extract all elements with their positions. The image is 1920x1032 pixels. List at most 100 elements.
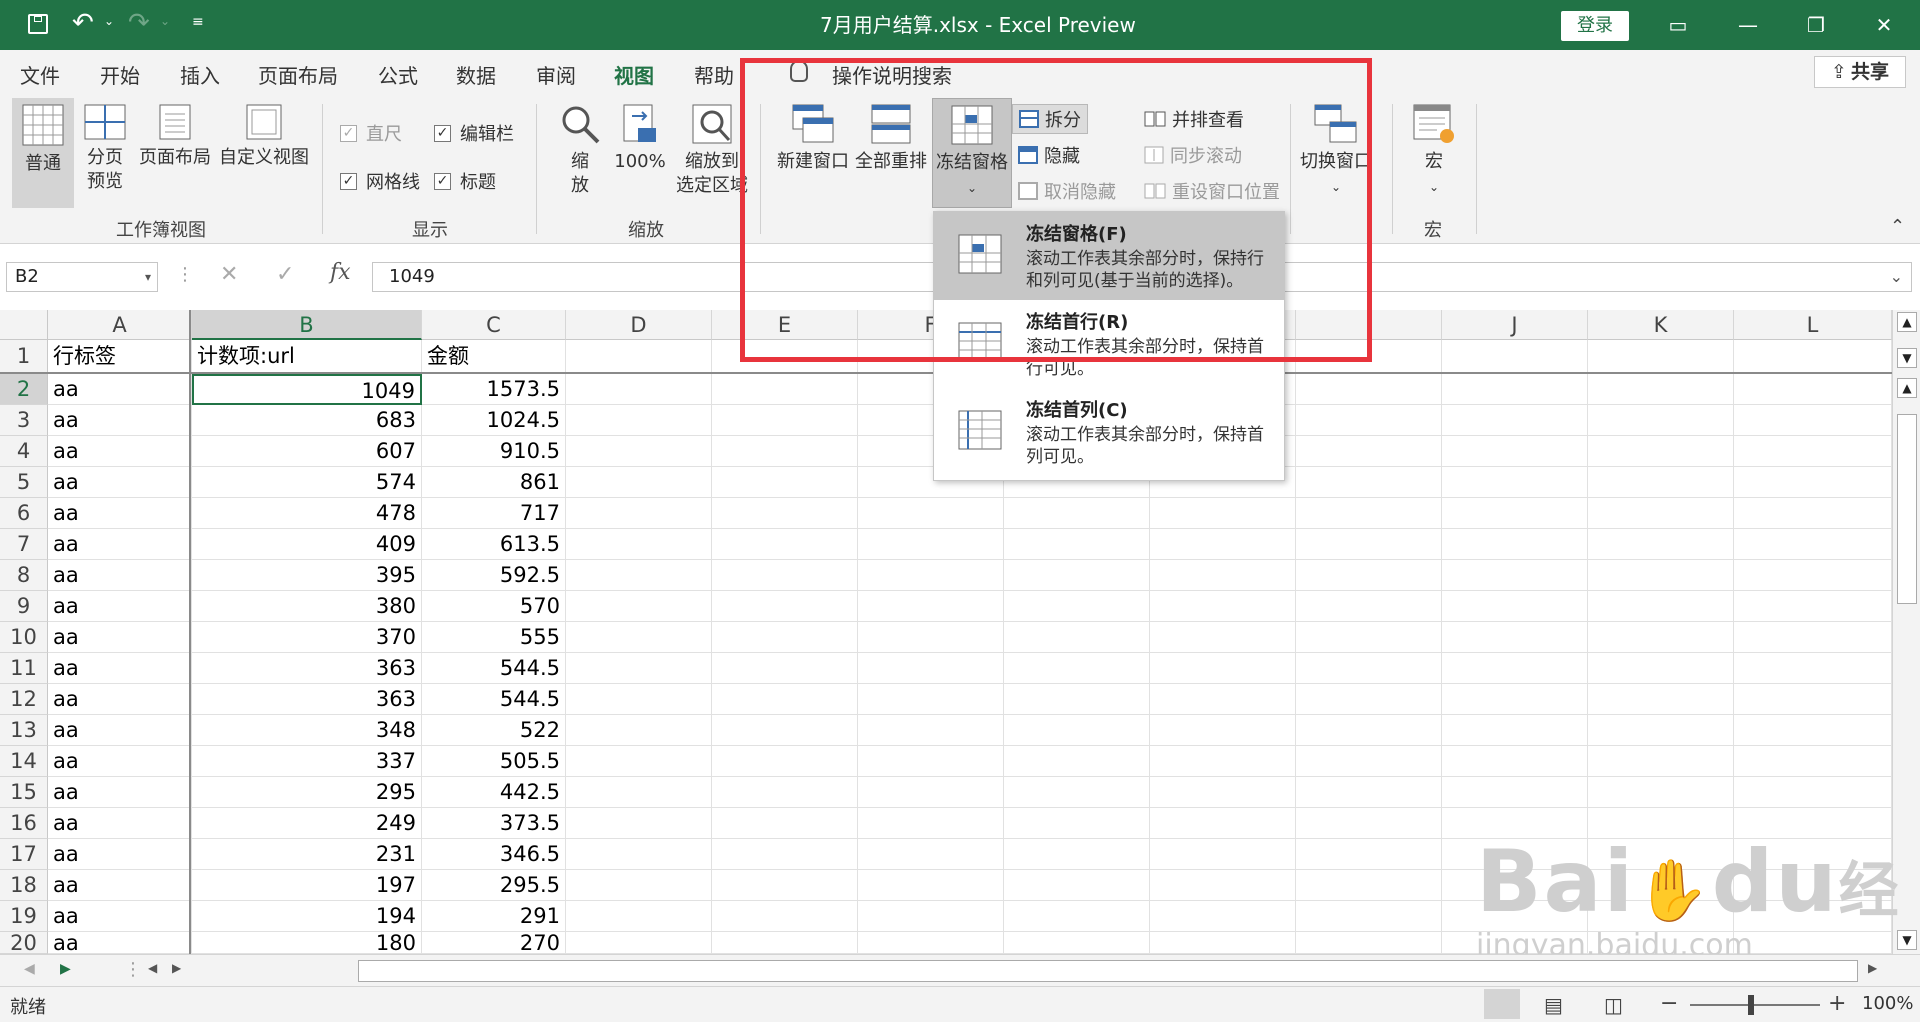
table-cell[interactable]: aa [48,932,192,954]
table-cell[interactable] [712,932,858,954]
table-header-cell[interactable] [1734,340,1892,373]
table-cell[interactable] [1296,498,1442,529]
table-cell[interactable] [858,560,1004,591]
table-cell[interactable] [712,529,858,560]
table-cell[interactable] [566,746,712,777]
table-cell[interactable]: 363 [192,653,422,684]
table-cell[interactable]: 478 [192,498,422,529]
table-cell[interactable]: aa [48,529,192,560]
table-cell[interactable] [1150,684,1296,715]
table-cell[interactable]: 295 [192,777,422,808]
table-cell[interactable] [858,498,1004,529]
table-cell[interactable] [1150,715,1296,746]
table-cell[interactable]: 544.5 [422,653,566,684]
table-cell[interactable] [566,839,712,870]
table-cell[interactable] [1588,467,1734,498]
table-cell[interactable] [1442,684,1588,715]
table-cell[interactable] [1588,591,1734,622]
table-header-cell[interactable]: 行标签 [48,340,192,373]
login-button[interactable]: 登录 [1561,11,1629,41]
table-cell[interactable]: 683 [192,405,422,436]
table-cell[interactable] [1734,374,1892,405]
table-cell[interactable]: aa [48,684,192,715]
page-break-view-icon[interactable]: ◫ [1604,993,1623,1017]
table-cell[interactable] [858,529,1004,560]
table-cell[interactable] [1442,746,1588,777]
table-cell[interactable]: 270 [422,932,566,954]
table-cell[interactable] [1004,591,1150,622]
table-cell[interactable] [566,405,712,436]
row-header[interactable]: 15 [0,777,48,808]
table-header-cell[interactable]: 金额 [422,340,566,373]
zoom-slider[interactable] [1690,1004,1820,1006]
table-cell[interactable]: 295.5 [422,870,566,901]
table-cell[interactable]: 574 [192,467,422,498]
table-cell[interactable] [1004,715,1150,746]
table-cell[interactable] [712,777,858,808]
table-cell[interactable]: 544.5 [422,684,566,715]
table-cell[interactable]: 231 [192,839,422,870]
normal-view-button[interactable]: 普通 [12,98,74,208]
table-cell[interactable] [566,901,712,932]
table-cell[interactable] [1004,746,1150,777]
tab-home[interactable]: 开始 [100,60,140,89]
table-cell[interactable]: aa [48,498,192,529]
table-cell[interactable] [566,374,712,405]
table-cell[interactable] [712,870,858,901]
restore-icon[interactable]: ❐ [1796,10,1836,40]
table-cell[interactable] [1296,932,1442,954]
next-sheet-icon[interactable]: ▶ [60,961,71,977]
zoom-in-icon[interactable]: + [1828,991,1846,1016]
row-header[interactable]: 18 [0,870,48,901]
table-cell[interactable] [858,591,1004,622]
table-cell[interactable] [1734,684,1892,715]
page-layout-view-button[interactable]: 页面布局 [138,104,212,170]
scroll-up-icon[interactable]: ▲ [1897,378,1917,398]
table-cell[interactable] [1004,777,1150,808]
column-header-d[interactable]: D [566,310,712,340]
table-cell[interactable] [1734,777,1892,808]
table-cell[interactable] [1734,653,1892,684]
table-cell[interactable] [712,498,858,529]
zoom-out-icon[interactable]: − [1660,991,1678,1016]
table-header-cell[interactable]: 计数项:url [192,340,422,373]
table-cell[interactable] [858,653,1004,684]
table-cell[interactable] [1150,901,1296,932]
table-cell[interactable] [1588,498,1734,529]
minimize-icon[interactable]: — [1728,10,1768,40]
table-cell[interactable] [1734,746,1892,777]
table-cell[interactable] [858,839,1004,870]
table-cell[interactable]: aa [48,374,192,405]
tab-insert[interactable]: 插入 [180,60,220,89]
column-header-b[interactable]: B [192,310,422,340]
scroll-right-icon[interactable]: ▶ [1868,961,1877,975]
table-cell[interactable]: 570 [422,591,566,622]
zoom-slider-thumb[interactable] [1748,995,1754,1015]
table-cell[interactable] [1734,405,1892,436]
table-cell[interactable]: 861 [422,467,566,498]
table-cell[interactable] [1004,808,1150,839]
table-cell[interactable] [1296,591,1442,622]
table-cell[interactable] [858,901,1004,932]
row-header[interactable]: 9 [0,591,48,622]
table-cell[interactable] [1296,808,1442,839]
table-cell[interactable] [1296,901,1442,932]
row-header[interactable]: 16 [0,808,48,839]
scroll-up-icon[interactable]: ▲ [1897,312,1917,332]
share-button[interactable]: ⇪ 共享 [1814,56,1906,88]
table-cell[interactable] [1442,715,1588,746]
row-header[interactable]: 7 [0,529,48,560]
table-cell[interactable] [1734,436,1892,467]
table-cell[interactable] [1442,622,1588,653]
table-cell[interactable] [712,374,858,405]
chevron-down-icon[interactable]: ⌄ [1890,263,1903,291]
ribbon-display-icon[interactable]: ▭ [1658,10,1698,40]
row-header[interactable]: 20 [0,932,48,954]
table-cell[interactable] [1588,715,1734,746]
table-cell[interactable] [566,498,712,529]
table-cell[interactable]: 555 [422,622,566,653]
table-cell[interactable]: aa [48,901,192,932]
column-header-c[interactable]: C [422,310,566,340]
horizontal-scroll-thumb[interactable] [358,960,1858,982]
table-cell[interactable] [1004,529,1150,560]
